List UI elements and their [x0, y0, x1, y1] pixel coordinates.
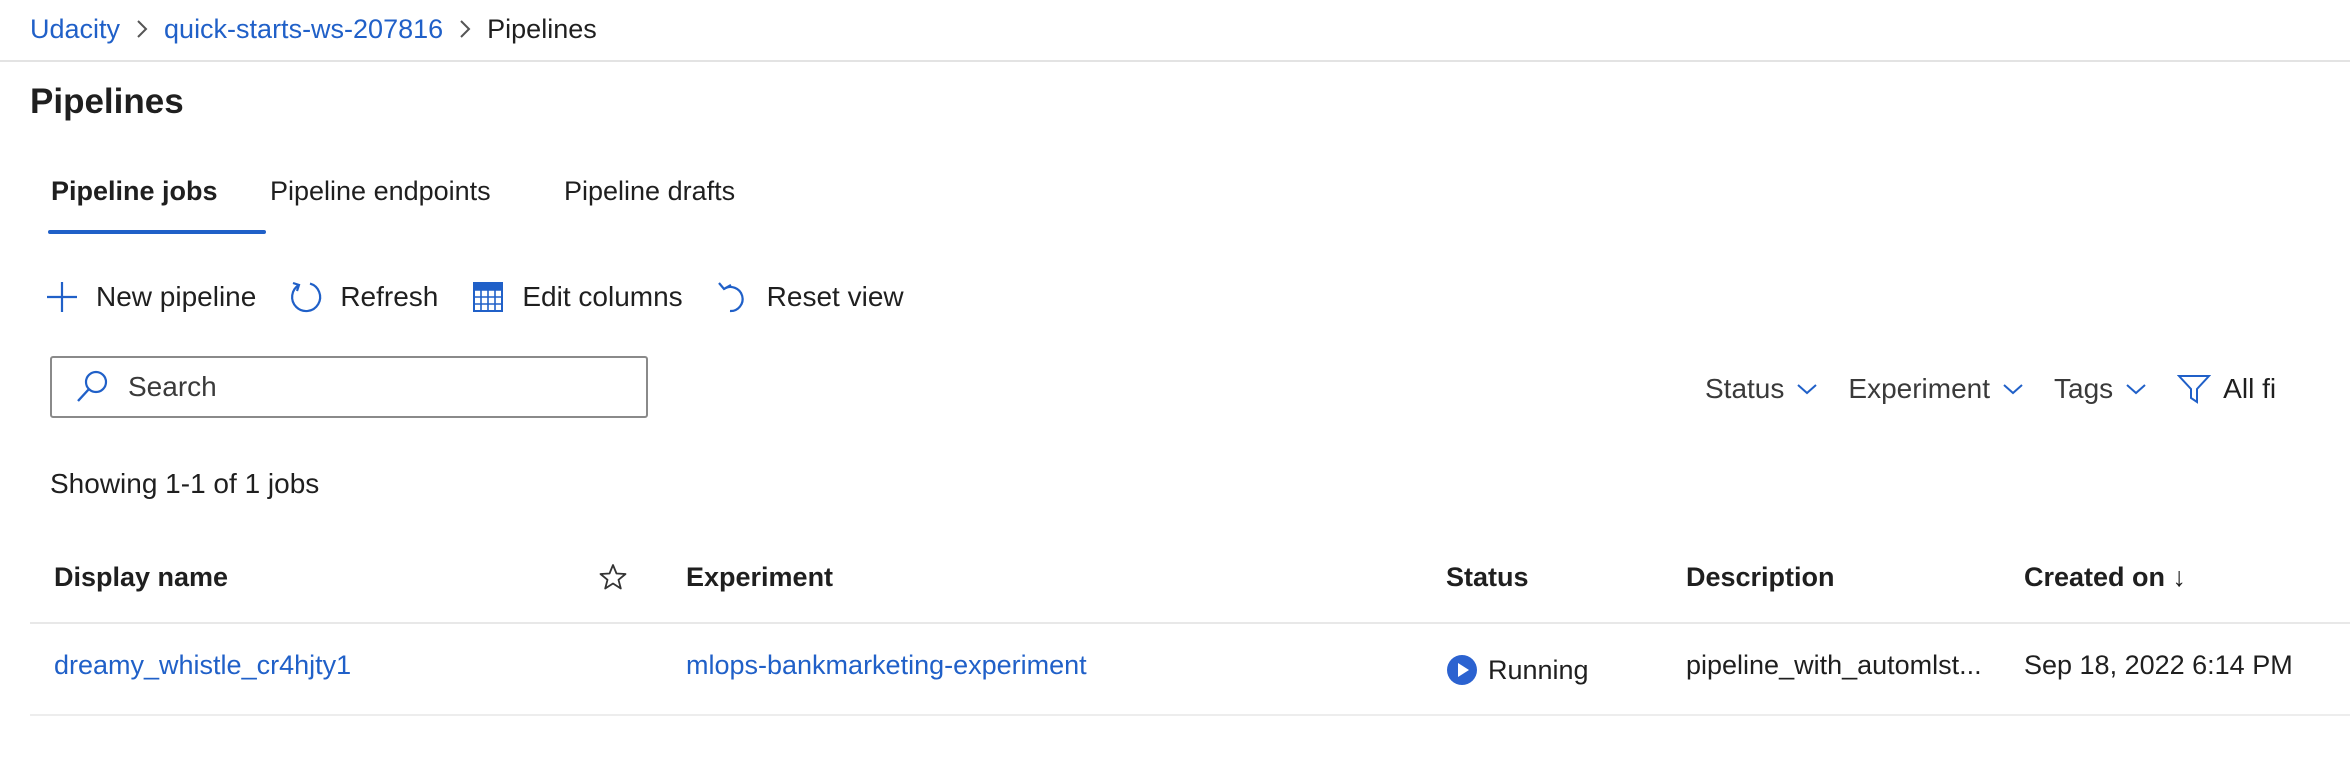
tab-pipeline-jobs[interactable]: Pipeline jobs: [48, 170, 266, 234]
refresh-icon: [286, 277, 326, 317]
job-display-name-link[interactable]: dreamy_whistle_cr4hjty1: [54, 650, 351, 681]
column-header-display-name[interactable]: Display name: [54, 562, 228, 593]
breadcrumb: Udacity quick-starts-ws-207816 Pipelines: [30, 0, 597, 58]
search-input[interactable]: [126, 370, 646, 404]
tab-label: Pipeline endpoints: [270, 176, 491, 206]
edit-columns-label: Edit columns: [522, 281, 683, 312]
refresh-label: Refresh: [340, 281, 439, 312]
active-tab-indicator: [48, 230, 266, 234]
job-status-label: Running: [1488, 654, 1589, 685]
command-bar: New pipeline Refresh Edit columns Reset …: [42, 272, 934, 322]
refresh-button[interactable]: Refresh: [286, 277, 438, 317]
table-grid-icon: [468, 277, 508, 317]
edit-columns-button[interactable]: Edit columns: [468, 277, 683, 317]
job-description: pipeline_with_automlst...: [1686, 650, 1982, 680]
job-status: Running: [1446, 654, 1589, 686]
header-divider: [0, 60, 2350, 62]
funnel-icon: [2177, 373, 2212, 405]
job-created-on: Sep 18, 2022 6:14 PM: [2024, 650, 2293, 680]
tags-filter[interactable]: Tags: [2054, 373, 2147, 405]
chevron-down-icon: [2125, 382, 2147, 396]
search-box[interactable]: [50, 356, 648, 418]
breadcrumb-current: Pipelines: [487, 13, 597, 44]
page-title: Pipelines: [30, 82, 184, 121]
chevron-down-icon: [2002, 382, 2024, 396]
column-header-description[interactable]: Description: [1686, 562, 1835, 593]
new-pipeline-button[interactable]: New pipeline: [42, 277, 256, 317]
reset-view-label: Reset view: [766, 281, 904, 312]
reset-view-button[interactable]: Reset view: [713, 277, 904, 317]
results-count: Showing 1-1 of 1 jobs: [50, 468, 320, 499]
tags-filter-label: Tags: [2054, 373, 2114, 404]
experiment-filter-label: Experiment: [1848, 373, 1991, 404]
all-filters-label: All fi: [2223, 373, 2277, 404]
pipelines-page: Udacity quick-starts-ws-207816 Pipelines…: [0, 0, 2350, 764]
job-experiment-link[interactable]: mlops-bankmarketing-experiment: [686, 650, 1087, 681]
chevron-down-icon: [1796, 382, 1818, 396]
tab-pipeline-drafts[interactable]: Pipeline drafts: [564, 170, 764, 234]
experiment-filter[interactable]: Experiment: [1848, 373, 2024, 405]
breadcrumb-workspace[interactable]: quick-starts-ws-207816: [164, 14, 443, 45]
search-icon: [74, 367, 114, 407]
table-header: Display name Experiment Status Descripti…: [30, 548, 2350, 622]
all-filters-button[interactable]: All fi: [2177, 373, 2276, 405]
new-pipeline-label: New pipeline: [96, 281, 257, 312]
table-row[interactable]: dreamy_whistle_cr4hjty1 mlops-bankmarket…: [30, 624, 2350, 714]
tab-pipeline-endpoints[interactable]: Pipeline endpoints: [270, 170, 510, 234]
tab-label: Pipeline drafts: [564, 176, 736, 206]
chevron-right-icon: [443, 0, 487, 58]
star-icon[interactable]: [598, 562, 628, 597]
column-header-experiment[interactable]: Experiment: [686, 562, 833, 593]
tab-label: Pipeline jobs: [51, 176, 218, 206]
column-header-status[interactable]: Status: [1446, 562, 1529, 593]
column-header-created-on[interactable]: Created on ↓: [2024, 562, 2186, 593]
chevron-right-icon: [120, 0, 164, 58]
status-filter[interactable]: Status: [1705, 373, 1818, 405]
undo-icon: [713, 277, 753, 317]
filter-bar: Status Experiment Tags All fi: [1705, 362, 2276, 416]
play-circle-icon: [1446, 654, 1478, 686]
status-filter-label: Status: [1705, 373, 1785, 404]
table-row-divider: [30, 714, 2350, 716]
plus-icon: [42, 277, 82, 317]
breadcrumb-udacity[interactable]: Udacity: [30, 14, 120, 45]
